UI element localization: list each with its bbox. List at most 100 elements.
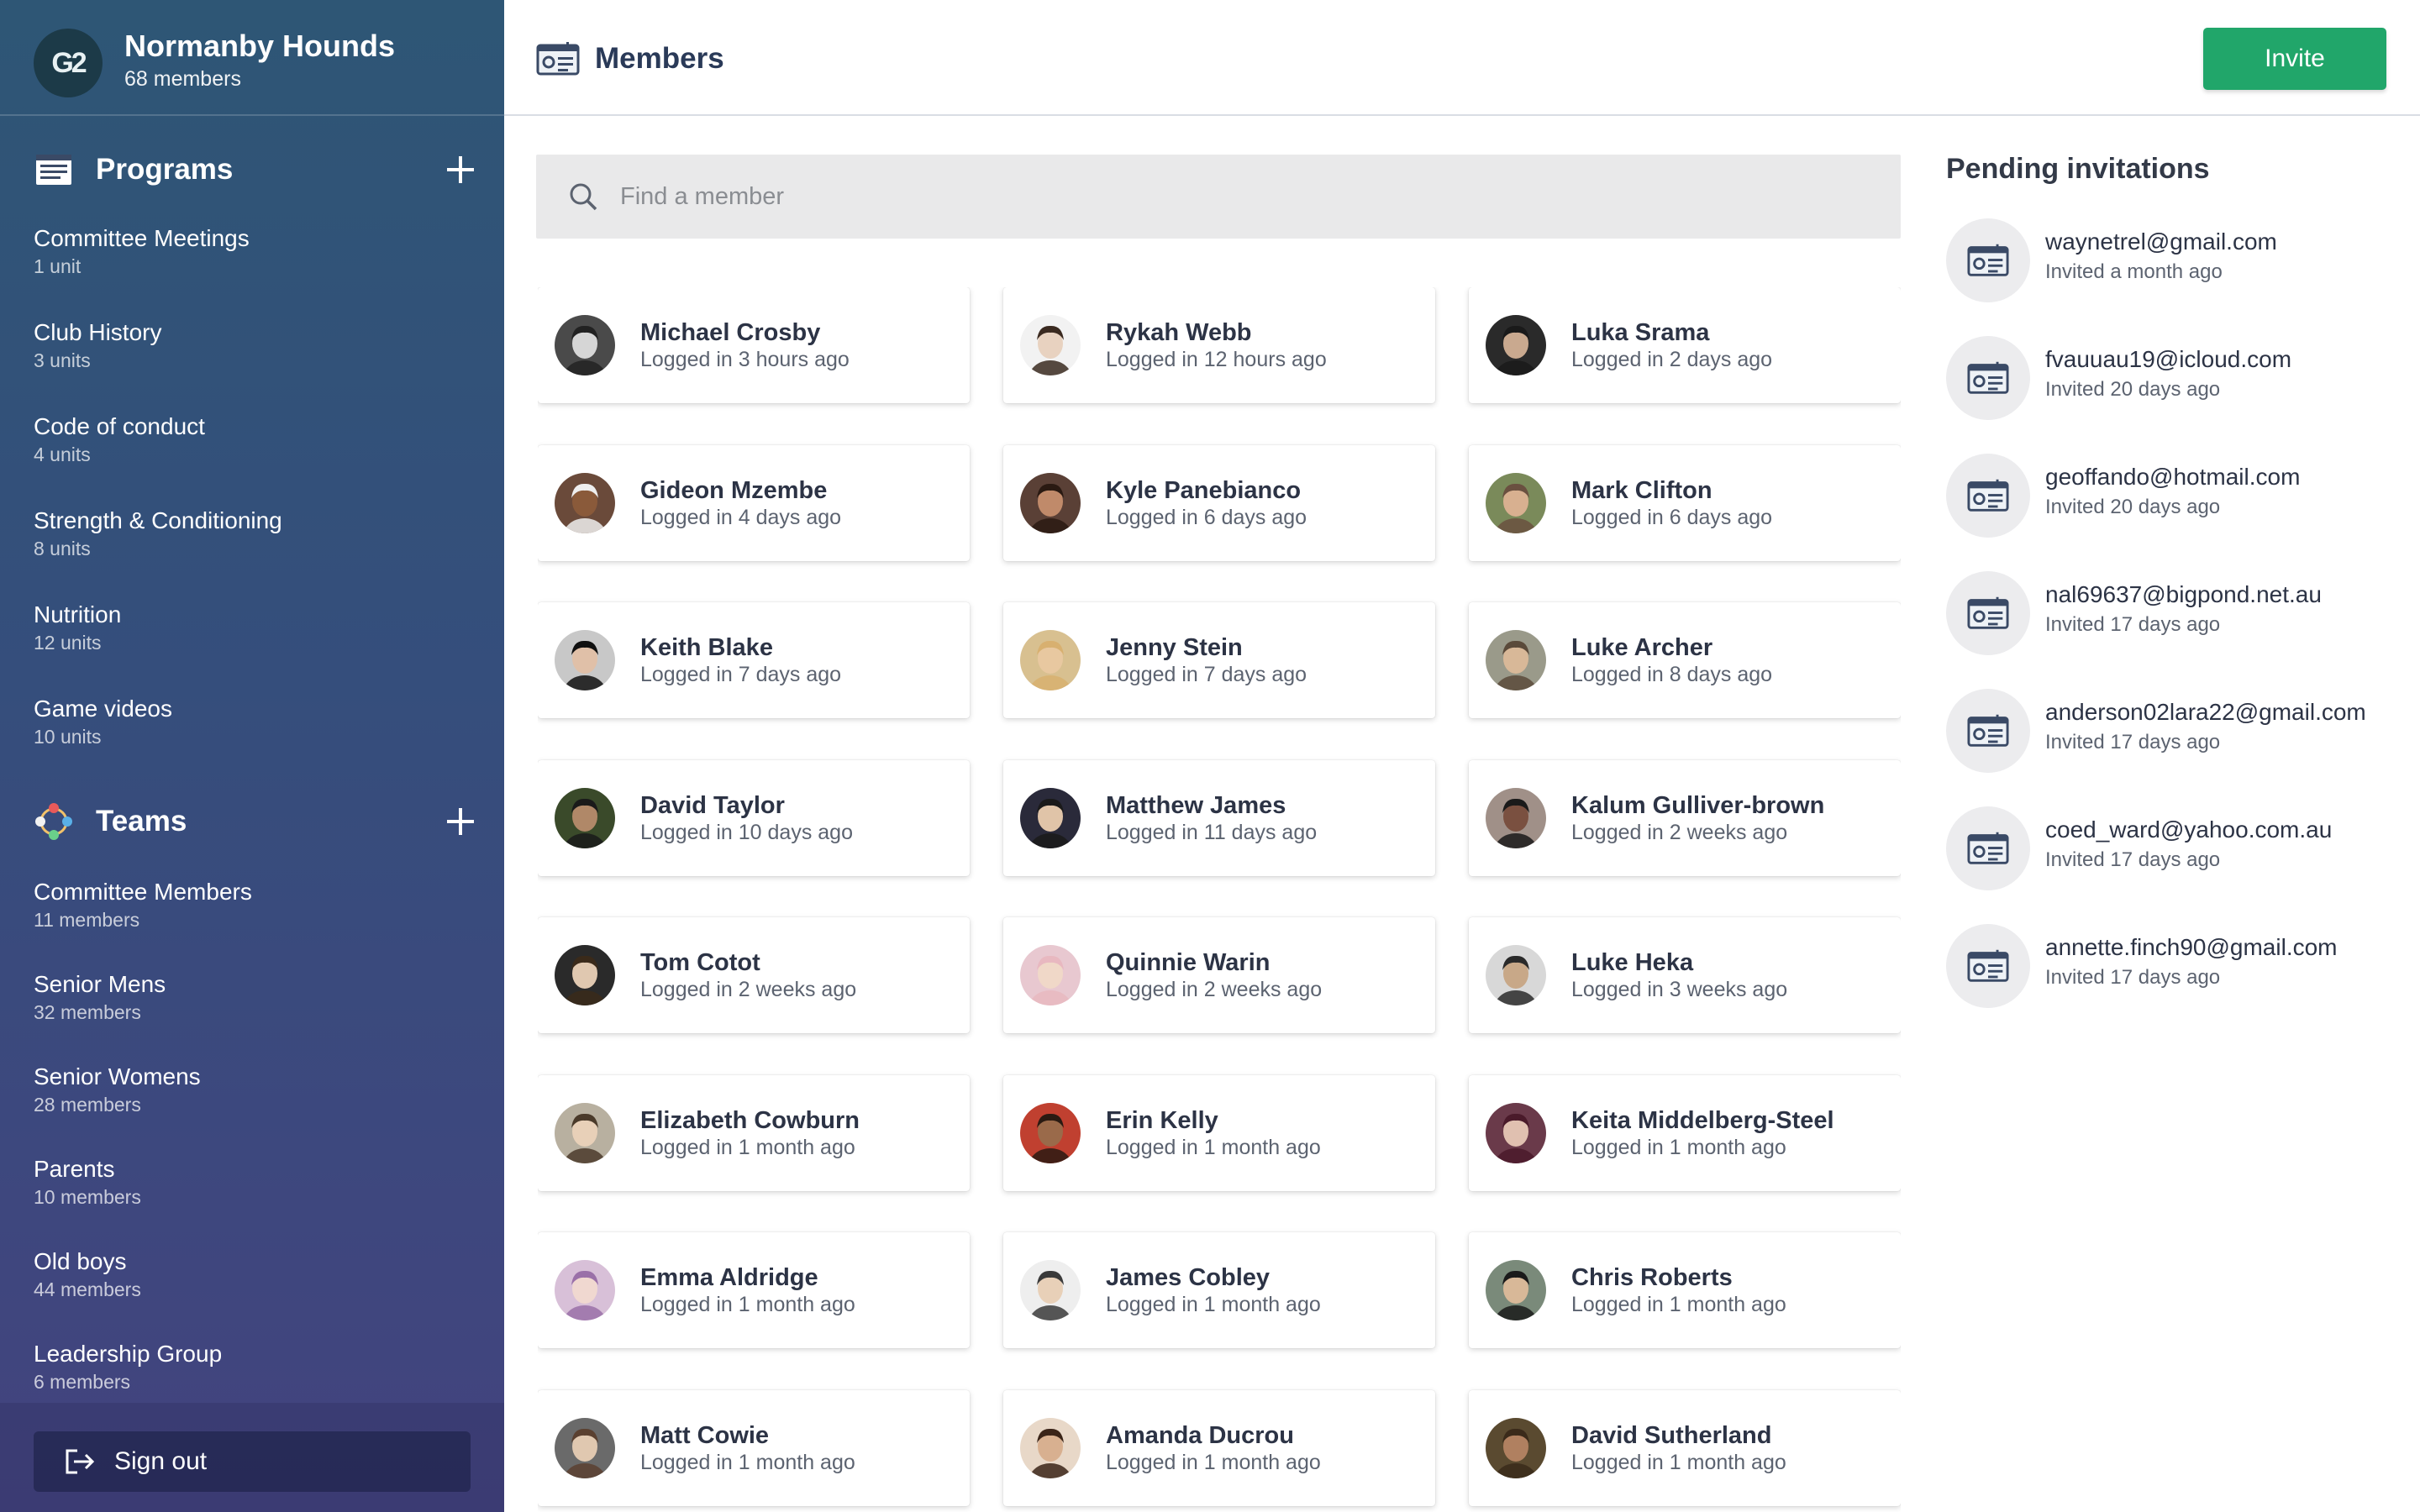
pending-invitation[interactable]: geoffando@hotmail.com Invited 20 days ago xyxy=(1946,454,2400,571)
program-item[interactable]: Code of conduct 4 units xyxy=(34,412,471,479)
member-last-login: Logged in 1 month ago xyxy=(1571,1450,1786,1474)
invitation-email: nal69637@bigpond.net.au xyxy=(2045,581,2322,607)
member-name: Chris Roberts xyxy=(1571,1264,1733,1291)
program-item[interactable]: Nutrition 12 units xyxy=(34,600,471,667)
member-avatar xyxy=(1020,1102,1081,1163)
member-card[interactable]: David Taylor Logged in 10 days ago xyxy=(538,759,970,876)
member-name: David Sutherland xyxy=(1571,1421,1772,1449)
member-card[interactable]: Kalum Gulliver-brown Logged in 2 weeks ag… xyxy=(1469,759,1901,876)
member-card[interactable]: Erin Kelly Logged in 1 month ago xyxy=(1003,1074,1435,1191)
member-card[interactable]: Keith Blake Logged in 7 days ago xyxy=(538,602,970,718)
member-last-login: Logged in 6 days ago xyxy=(1106,505,1307,529)
member-card[interactable]: Luke Heka Logged in 3 weeks ago xyxy=(1469,917,1901,1033)
member-card[interactable]: Jenny Stein Logged in 7 days ago xyxy=(1003,602,1435,718)
team-item[interactable]: Old boys 44 members xyxy=(34,1247,471,1314)
program-item[interactable]: Strength & Conditioning 8 units xyxy=(34,506,471,573)
member-last-login: Logged in 10 days ago xyxy=(640,820,853,844)
member-card[interactable]: Matthew James Logged in 11 days ago xyxy=(1003,759,1435,876)
member-info: Tom Cotot Logged in 2 weeks ago xyxy=(640,948,856,1002)
team-item[interactable]: Senior Womens 28 members xyxy=(34,1062,471,1129)
member-avatar xyxy=(1486,472,1546,533)
pending-invitation[interactable]: fvauuau19@icloud.com Invited 20 days ago xyxy=(1946,336,2400,454)
pending-invitation[interactable]: waynetrel@gmail.com Invited a month ago xyxy=(1946,218,2400,336)
member-card[interactable]: Amanda Ducrou Logged in 1 month ago xyxy=(1003,1389,1435,1506)
member-info: David Taylor Logged in 10 days ago xyxy=(640,791,853,845)
pending-invitation[interactable]: nal69637@bigpond.net.au Invited 17 days a… xyxy=(1946,571,2400,689)
pending-invitation[interactable]: annette.finch90@gmail.com Invited 17 days… xyxy=(1946,924,2400,1042)
member-last-login: Logged in 3 weeks ago xyxy=(1571,978,1788,1001)
member-card[interactable]: David Sutherland Logged in 1 month ago xyxy=(1469,1389,1901,1506)
member-card[interactable]: Michael Crosby Logged in 3 hours ago xyxy=(538,287,970,403)
org-name: Normanby Hounds xyxy=(124,29,396,63)
team-item[interactable]: Parents 10 members xyxy=(34,1154,471,1221)
add-program-button[interactable] xyxy=(442,151,479,188)
member-info: Luke Heka Logged in 3 weeks ago xyxy=(1571,948,1787,1002)
invitation-email: coed_ward@yahoo.com.au xyxy=(2045,816,2333,843)
team-item-label: Senior Mens xyxy=(34,971,166,997)
member-card[interactable]: Keita Middelberg-Steel Logged in 1 month … xyxy=(1469,1074,1901,1191)
member-avatar xyxy=(555,315,615,375)
signout-area: Sign out xyxy=(0,1403,504,1512)
program-item-count: 1 unit xyxy=(34,255,82,277)
add-team-button[interactable] xyxy=(442,803,479,840)
member-card[interactable]: Luke Archer Logged in 8 days ago xyxy=(1469,602,1901,718)
program-item-label: Strength & Conditioning xyxy=(34,507,282,533)
program-item[interactable]: Game videos 10 units xyxy=(34,694,471,761)
member-name: Mark Clifton xyxy=(1571,476,1712,504)
member-card[interactable]: Tom Cotot Logged in 2 weeks ago xyxy=(538,917,970,1033)
member-avatar xyxy=(1486,1260,1546,1320)
team-item-count: 10 members xyxy=(34,1186,141,1208)
member-last-login: Logged in 1 month ago xyxy=(640,1293,855,1316)
team-item-count: 6 members xyxy=(34,1371,131,1393)
member-name: Luke Archer xyxy=(1571,634,1713,661)
member-card[interactable]: Kyle Panebianco Logged in 6 days ago xyxy=(1003,444,1435,561)
team-item[interactable]: Senior Mens 32 members xyxy=(34,969,471,1037)
member-card[interactable]: James Cobley Logged in 1 month ago xyxy=(1003,1232,1435,1348)
pending-invitation[interactable]: coed_ward@yahoo.com.au Invited 17 days ag… xyxy=(1946,806,2400,924)
member-name: Keith Blake xyxy=(640,634,773,661)
invite-button[interactable]: Invite xyxy=(2203,28,2386,90)
member-card[interactable]: Elizabeth Cowburn Logged in 1 month ago xyxy=(538,1074,970,1191)
member-info: Luke Archer Logged in 8 days ago xyxy=(1571,633,1772,687)
member-last-login: Logged in 11 days ago xyxy=(1106,820,1318,844)
org-logo: G2 xyxy=(34,29,103,97)
member-card[interactable]: Emma Aldridge Logged in 1 month ago xyxy=(538,1232,970,1348)
invitation-icon xyxy=(1946,806,2030,890)
member-last-login: Logged in 7 days ago xyxy=(1106,663,1307,686)
page-title: Members xyxy=(595,42,724,75)
team-item-count: 28 members xyxy=(34,1094,141,1116)
member-name: Matt Cowie xyxy=(640,1421,770,1449)
org-header[interactable]: G2 Normanby Hounds 68 members xyxy=(0,0,504,116)
program-item-label: Nutrition xyxy=(34,601,122,627)
team-item[interactable]: Committee Members 11 members xyxy=(34,877,471,944)
member-card[interactable]: Quinnie Warin Logged in 2 weeks ago xyxy=(1003,917,1435,1033)
member-info: Michael Crosby Logged in 3 hours ago xyxy=(640,318,850,372)
invitation-email: waynetrel@gmail.com xyxy=(2045,228,2277,255)
member-name: James Cobley xyxy=(1106,1264,1270,1291)
member-card[interactable]: Chris Roberts Logged in 1 month ago xyxy=(1469,1232,1901,1348)
member-card[interactable]: Mark Clifton Logged in 6 days ago xyxy=(1469,444,1901,561)
member-info: Mark Clifton Logged in 6 days ago xyxy=(1571,476,1772,530)
member-name: Gideon Mzembe xyxy=(640,476,828,504)
member-name: Keita Middelberg-Steel xyxy=(1571,1106,1834,1134)
member-card[interactable]: Matt Cowie Logged in 1 month ago xyxy=(538,1389,970,1506)
pending-invitations-title: Pending invitations xyxy=(1946,153,2210,185)
team-item[interactable]: Leadership Group 6 members xyxy=(34,1339,471,1406)
team-item-count: 32 members xyxy=(34,1001,141,1023)
member-card[interactable]: Gideon Mzembe Logged in 4 days ago xyxy=(538,444,970,561)
member-card[interactable]: Luka Srama Logged in 2 days ago xyxy=(1469,287,1901,403)
member-card[interactable]: Rykah Webb Logged in 12 hours ago xyxy=(1003,287,1435,403)
member-avatar xyxy=(1020,472,1081,533)
pending-invitation[interactable]: anderson02lara22@gmail.com Invited 17 day… xyxy=(1946,689,2400,806)
member-avatar xyxy=(555,787,615,848)
teams-title: Teams xyxy=(96,805,187,837)
sign-out-button[interactable]: Sign out xyxy=(34,1431,471,1492)
sidebar: G2 Normanby Hounds 68 members Programs C… xyxy=(0,0,504,1512)
program-item[interactable]: Club History 3 units xyxy=(34,318,471,385)
search-input[interactable] xyxy=(620,155,1864,239)
team-item-count: 11 members xyxy=(34,909,140,931)
member-name: Tom Cotot xyxy=(640,949,760,976)
program-item[interactable]: Committee Meetings 1 unit xyxy=(34,223,471,291)
member-name: Luke Heka xyxy=(1571,949,1694,976)
member-info: Erin Kelly Logged in 1 month ago xyxy=(1106,1106,1321,1160)
